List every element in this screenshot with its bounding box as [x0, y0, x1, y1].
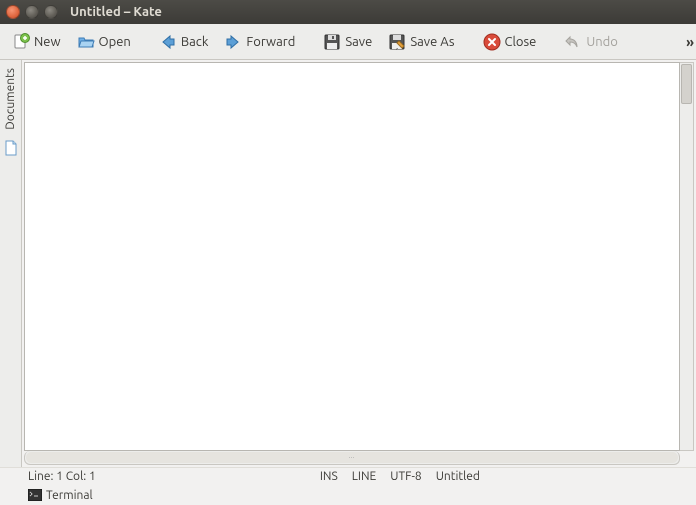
new-button[interactable]: New — [4, 29, 69, 55]
forward-button[interactable]: Forward — [216, 29, 303, 55]
sidebar-documents-tab[interactable]: Documents — [4, 64, 17, 134]
horizontal-scrollbar[interactable]: ⋯ — [24, 451, 680, 465]
window-controls — [6, 5, 58, 19]
window-title: Untitled – Kate — [70, 5, 162, 19]
document-icon[interactable] — [4, 140, 18, 156]
save-button[interactable]: Save — [315, 29, 380, 55]
bottom-panel-bar: Terminal — [0, 485, 696, 505]
vertical-scrollbar[interactable] — [680, 62, 694, 451]
open-folder-icon — [77, 33, 95, 51]
save-as-button[interactable]: Save As — [380, 29, 462, 55]
text-editor[interactable] — [24, 62, 680, 451]
terminal-icon — [28, 489, 42, 501]
new-file-icon — [12, 33, 30, 51]
save-label: Save — [345, 35, 372, 49]
undo-icon — [564, 33, 582, 51]
terminal-tab[interactable]: Terminal — [46, 489, 93, 502]
close-label: Close — [505, 35, 537, 49]
insert-mode[interactable]: INS — [320, 470, 338, 483]
scrollbar-grip-icon: ⋯ — [349, 454, 356, 461]
document-name[interactable]: Untitled — [436, 470, 480, 483]
forward-arrow-icon — [224, 33, 242, 51]
open-button[interactable]: Open — [69, 29, 139, 55]
window-close-button[interactable] — [6, 5, 20, 19]
sidebar: Documents — [0, 60, 22, 467]
window-maximize-button[interactable] — [44, 5, 58, 19]
toolbar-overflow-button[interactable]: » — [686, 34, 692, 50]
forward-label: Forward — [246, 35, 295, 49]
titlebar: Untitled – Kate — [0, 0, 696, 24]
save-as-label: Save As — [410, 35, 454, 49]
vertical-scrollbar-thumb[interactable] — [681, 64, 692, 104]
open-label: Open — [99, 35, 131, 49]
line-mode[interactable]: LINE — [352, 470, 376, 483]
close-x-icon — [483, 33, 501, 51]
encoding[interactable]: UTF-8 — [390, 470, 421, 483]
cursor-position[interactable]: Line: 1 Col: 1 — [28, 470, 96, 483]
undo-label: Undo — [586, 35, 618, 49]
main-area: Documents ⋯ — [0, 60, 696, 467]
window-minimize-button[interactable] — [25, 5, 39, 19]
back-arrow-icon — [159, 33, 177, 51]
back-label: Back — [181, 35, 209, 49]
floppy-saveas-icon — [388, 33, 406, 51]
close-button[interactable]: Close — [475, 29, 545, 55]
editor-container: ⋯ — [22, 60, 696, 467]
status-bar: Line: 1 Col: 1 INS LINE UTF-8 Untitled — [0, 467, 696, 485]
toolbar: New Open Back Forward Save Save As — [0, 24, 696, 60]
back-button[interactable]: Back — [151, 29, 217, 55]
floppy-save-icon — [323, 33, 341, 51]
new-label: New — [34, 35, 61, 49]
undo-button[interactable]: Undo — [556, 29, 626, 55]
